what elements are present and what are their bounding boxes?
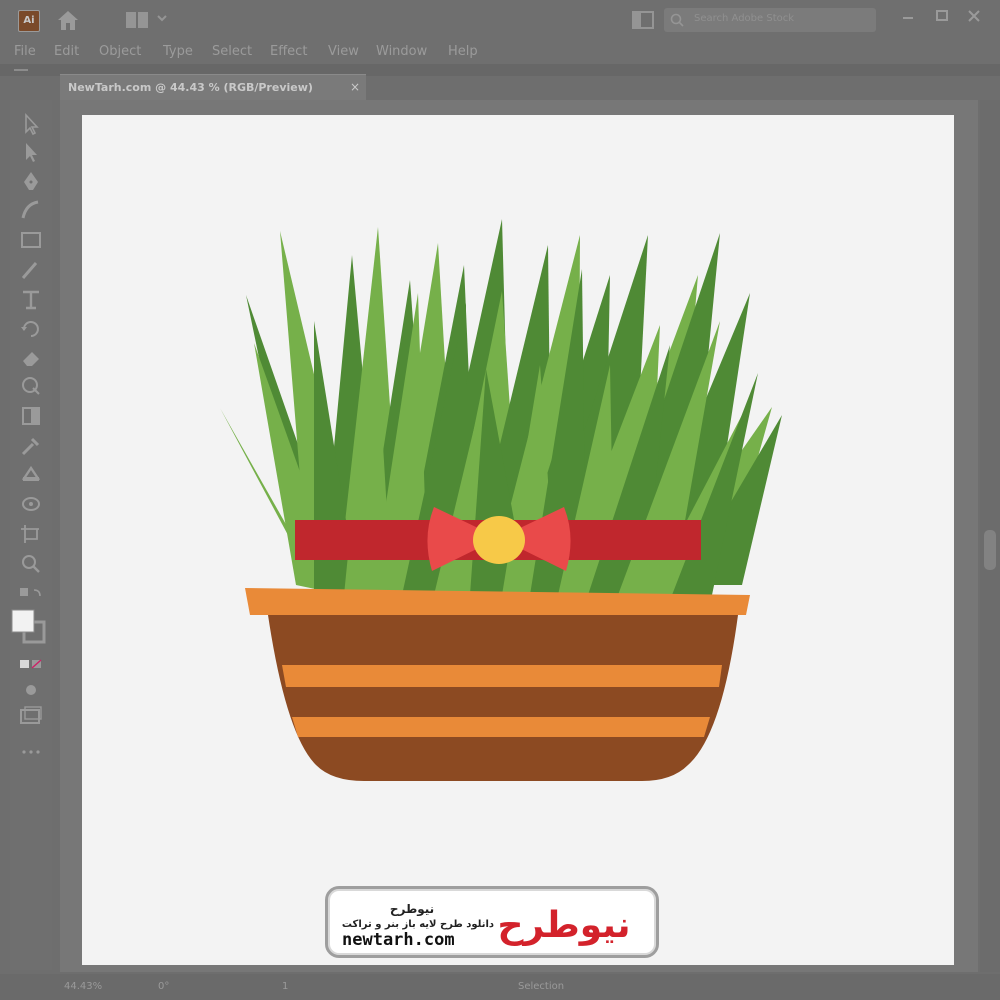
watermark-subtitle: دانلود طرح لایه باز بنر و تراکت [342, 919, 494, 930]
zoom-tool-icon[interactable] [18, 552, 44, 576]
search-icon [670, 13, 684, 27]
direct-selection-tool-icon[interactable] [18, 140, 44, 164]
screen-mode-icon[interactable] [18, 704, 44, 728]
arrange-documents-icon[interactable] [632, 11, 654, 29]
blend-tool-icon[interactable] [18, 462, 44, 486]
eyedropper-tool-icon[interactable] [18, 434, 44, 458]
pen-tool-icon[interactable] [18, 170, 44, 194]
home-icon[interactable] [55, 8, 81, 32]
newtarh-watermark: نیوطرح دانلود طرح لایه باز بنر و تراکت n… [325, 886, 659, 958]
paintbrush-tool-icon[interactable] [18, 258, 44, 282]
menu-view[interactable]: View [328, 44, 359, 59]
current-tool: Selection [518, 981, 565, 992]
menu-file[interactable]: File [14, 44, 36, 59]
vertical-scrollbar[interactable] [980, 100, 1000, 972]
menu-window[interactable]: Window [376, 44, 427, 59]
close-tab-icon[interactable]: × [350, 80, 360, 94]
document-tab[interactable]: NewTarh.com @ 44.43 % (RGB/Preview) × [60, 74, 366, 101]
rotation-angle[interactable]: 0° [158, 981, 169, 992]
scrollbar-thumb[interactable] [984, 530, 996, 570]
artboard-tool-icon[interactable] [18, 522, 44, 546]
close-icon[interactable] [966, 8, 982, 24]
menu-object[interactable]: Object [99, 44, 141, 59]
rotate-tool-icon[interactable] [18, 316, 44, 340]
sabzeh-artwork[interactable] [82, 115, 954, 965]
menu-type[interactable]: Type [163, 44, 193, 59]
ribbon-bow [427, 507, 571, 571]
watermark-logo: نیوطرح [497, 905, 630, 946]
search-stock-field[interactable]: Search Adobe Stock [664, 8, 876, 32]
menu-select[interactable]: Select [212, 44, 252, 59]
chevron-down-icon[interactable] [156, 12, 168, 24]
menu-bar: File Edit Object Type Select Effect View… [0, 40, 1000, 64]
gradient-tool-icon[interactable] [18, 404, 44, 428]
menu-effect[interactable]: Effect [270, 44, 307, 59]
minimize-icon[interactable] [900, 8, 916, 24]
pot [245, 588, 750, 781]
artboard-number[interactable]: 1 [282, 981, 288, 992]
zoom-level[interactable]: 44.43% [64, 981, 102, 992]
illustrator-window: Ai Search Adobe Stock File Edit Object T… [0, 0, 1000, 1000]
watermark-art: نیوطرح دانلود طرح لایه باز بنر و تراکت n… [342, 902, 631, 949]
rectangle-tool-icon[interactable] [18, 228, 44, 252]
panel-grip[interactable] [14, 69, 28, 71]
shape-builder-tool-icon[interactable] [18, 374, 44, 398]
watermark-url: newtarh.com [342, 930, 455, 949]
application-bar: Ai Search Adobe Stock [0, 0, 1000, 40]
maximize-icon[interactable] [934, 8, 950, 24]
eraser-tool-icon[interactable] [18, 346, 44, 370]
watermark-title: نیوطرح [390, 902, 434, 917]
workspace-switcher-icon[interactable] [126, 12, 148, 28]
color-mode-icon[interactable] [18, 652, 44, 676]
app-logo: Ai [18, 10, 40, 32]
more-tools-icon[interactable] [18, 740, 44, 764]
curvature-tool-icon[interactable] [18, 198, 44, 222]
swap-colors-icon[interactable] [18, 584, 44, 608]
status-bar: 44.43% 0° 1 Selection [0, 974, 1000, 1000]
document-tab-label: NewTarh.com @ 44.43 % (RGB/Preview) [68, 81, 313, 94]
fill-stroke-swatch[interactable] [10, 608, 50, 648]
draw-mode-icon[interactable] [18, 678, 44, 702]
search-placeholder: Search Adobe Stock [694, 13, 795, 24]
type-tool-icon[interactable] [18, 288, 44, 312]
menu-help[interactable]: Help [448, 44, 478, 59]
tools-panel [10, 100, 52, 970]
symbol-sprayer-tool-icon[interactable] [18, 492, 44, 516]
menu-edit[interactable]: Edit [54, 44, 79, 59]
selection-tool-icon[interactable] [18, 112, 44, 136]
